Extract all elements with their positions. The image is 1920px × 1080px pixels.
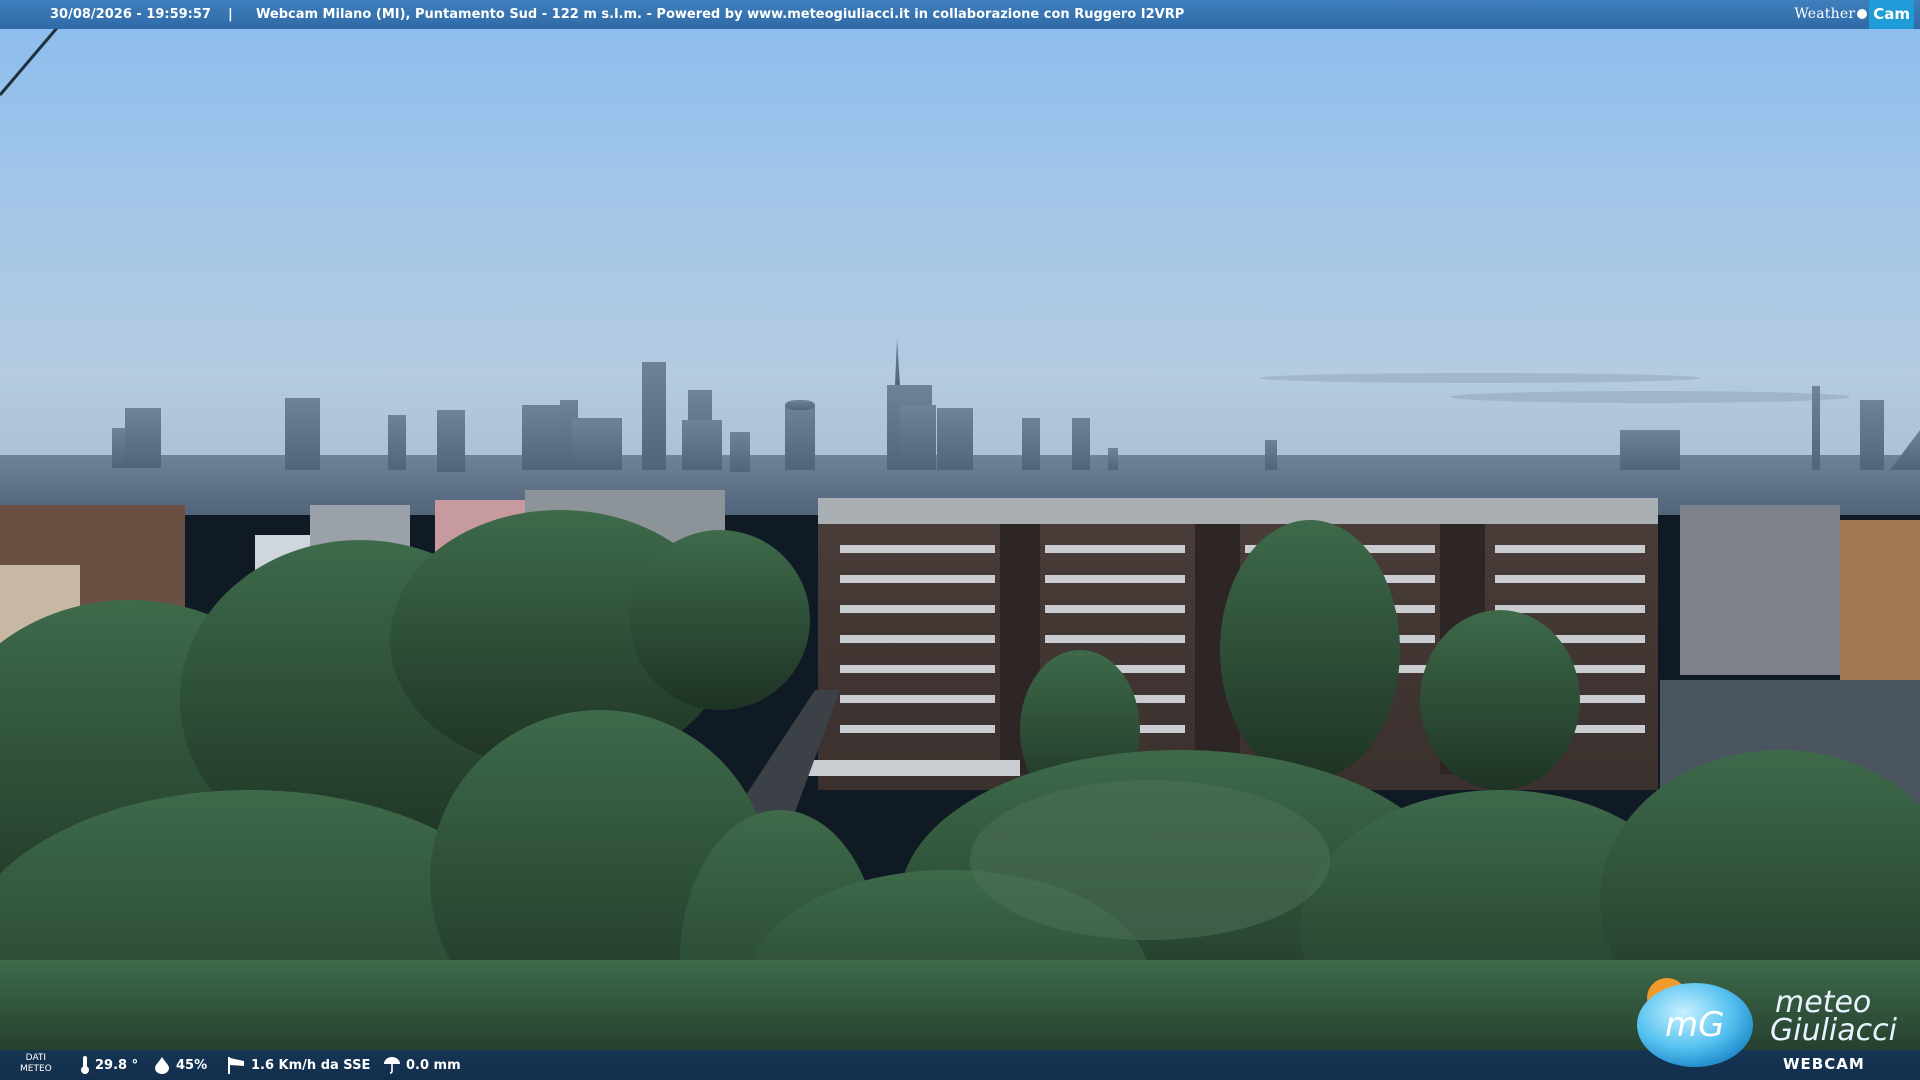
separator: |: [228, 7, 233, 22]
logo-line-webcam: WEBCAM: [1783, 1055, 1865, 1073]
humidity-reading: 45%: [153, 1050, 207, 1080]
thermometer-icon: [81, 1056, 89, 1074]
weather-data-label: DATI METEO: [20, 1053, 52, 1074]
weathercam-logo: Weather Cam: [1794, 0, 1914, 29]
temperature-reading: 29.8 °: [80, 1050, 138, 1080]
logo-badge: mG: [1665, 1005, 1724, 1045]
rain-value: 0.0 mm: [406, 1057, 461, 1073]
caption-bar: 30/08/2026 - 19:59:57 | Webcam Milano (M…: [0, 0, 1920, 29]
weathercam-logo-cam: Cam: [1869, 0, 1914, 29]
humidity-value: 45%: [176, 1057, 208, 1073]
meteogiuliacci-logo: mG meteo Giuliacci WEBCAM: [1625, 968, 1920, 1080]
cloud: [1450, 391, 1850, 403]
temperature-value: 29.8 °: [95, 1057, 139, 1073]
windsock-icon: [228, 1057, 244, 1074]
webcam-scene: [0, 0, 1920, 1080]
cloud: [1260, 373, 1700, 383]
drop-icon: [155, 1057, 169, 1074]
timestamp: 30/08/2026 - 19:59:57: [50, 7, 211, 22]
wind-reading: 1.6 Km/h da SSE: [226, 1050, 370, 1080]
rain-reading: 0.0 mm: [383, 1050, 461, 1080]
webcam-caption: Webcam Milano (MI), Puntamento Sud - 122…: [256, 7, 1185, 22]
cloud-logo-icon: mG: [1637, 978, 1753, 1067]
umbrella-icon: [384, 1057, 400, 1074]
wind-value: 1.6 Km/h da SSE: [251, 1057, 371, 1073]
trees-highlight: [970, 780, 1330, 940]
logo-line-giuliacci: Giuliacci: [1770, 1013, 1897, 1048]
sun-icon: [1857, 9, 1868, 19]
weathercam-logo-text: Weather: [1794, 5, 1856, 22]
